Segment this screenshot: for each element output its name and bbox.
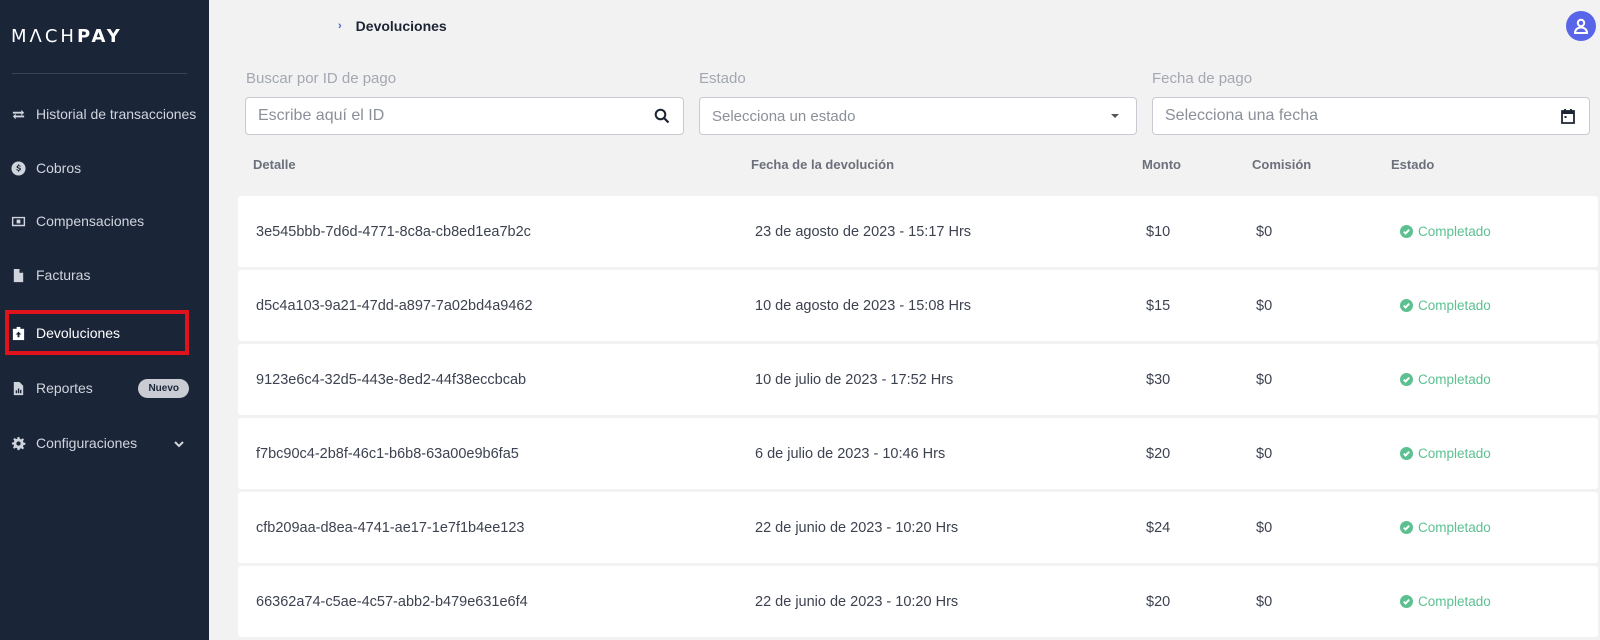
- sidebar-item-label: Configuraciones: [36, 435, 138, 451]
- status-badge: Completado: [1400, 270, 1491, 341]
- status-text: Completado: [1418, 520, 1491, 535]
- status-badge: Completado: [1400, 418, 1491, 489]
- refund-amount: $30: [1146, 371, 1171, 388]
- sidebar-item-compensaciones[interactable]: Compensaciones: [0, 202, 209, 240]
- status-label: Estado: [699, 70, 746, 87]
- sidebar-item-reportes[interactable]: Reportes Nuevo: [0, 369, 209, 407]
- caret-down-icon: [1106, 107, 1124, 125]
- check-circle-icon: [1400, 447, 1413, 460]
- refund-id: cfb209aa-d8ea-4741-ae17-1e7f1b4ee123: [256, 519, 525, 536]
- sidebar-item-label: Compensaciones: [36, 213, 145, 229]
- calendar-icon[interactable]: [1559, 107, 1577, 125]
- status-badge: Completado: [1400, 344, 1491, 415]
- active-item-highlight: [5, 310, 189, 355]
- machpay-logo[interactable]: MΛCHPAY: [11, 26, 123, 47]
- refund-date: 10 de agosto de 2023 - 15:08 Hrs: [755, 297, 972, 314]
- sidebar-item-label: Historial de transacciones: [36, 106, 197, 122]
- sidebar-item-cobros[interactable]: Cobros: [0, 149, 209, 187]
- table-row[interactable]: 9123e6c4-32d5-443e-8ed2-44f38eccbcab 10 …: [238, 344, 1598, 415]
- user-icon: [1573, 18, 1589, 34]
- check-circle-icon: [1400, 299, 1413, 312]
- refund-id: d5c4a103-9a21-47dd-a897-7a02bd4a9462: [256, 297, 533, 314]
- refund-id: 9123e6c4-32d5-443e-8ed2-44f38eccbcab: [256, 371, 527, 388]
- sidebar: MΛCHPAY Historial de transacciones Cobro…: [0, 0, 209, 640]
- column-header-fecha: Fecha de la devolución: [751, 157, 895, 172]
- file-icon: [10, 267, 26, 283]
- sidebar-item-configuraciones[interactable]: Configuraciones: [0, 424, 209, 462]
- refund-fee: $0: [1256, 445, 1273, 462]
- date-label: Fecha de pago: [1152, 70, 1253, 87]
- sidebar-item-label: Facturas: [36, 267, 91, 283]
- chevron-right-icon: ›: [338, 20, 342, 32]
- refund-fee: $0: [1256, 519, 1273, 536]
- status-text: Completado: [1418, 224, 1491, 239]
- refund-date: 22 de junio de 2023 - 10:20 Hrs: [755, 519, 959, 536]
- sidebar-divider: [12, 73, 187, 74]
- table-row[interactable]: cfb209aa-d8ea-4741-ae17-1e7f1b4ee123 22 …: [238, 492, 1598, 563]
- check-circle-icon: [1400, 521, 1413, 534]
- refund-date: 22 de junio de 2023 - 10:20 Hrs: [755, 593, 959, 610]
- status-text: Completado: [1418, 594, 1491, 609]
- refund-id: 66362a74-c5ae-4c57-abb2-b479e631e6f4: [256, 593, 528, 610]
- search-input[interactable]: [258, 107, 653, 125]
- sidebar-item-facturas[interactable]: Facturas: [0, 256, 209, 294]
- sidebar-item-historial[interactable]: Historial de transacciones: [0, 95, 209, 133]
- check-circle-icon: [1400, 595, 1413, 608]
- check-circle-icon: [1400, 225, 1413, 238]
- chart-file-icon: [10, 380, 26, 396]
- date-picker-placeholder: Selecciona una fecha: [1165, 107, 1318, 124]
- money-bill-icon: [10, 213, 26, 229]
- column-header-monto: Monto: [1142, 157, 1181, 172]
- refund-id: 3e545bbb-7d6d-4771-8c8a-cb8ed1ea7b2c: [256, 223, 531, 240]
- refund-amount: $10: [1146, 223, 1171, 240]
- table-row[interactable]: d5c4a103-9a21-47dd-a897-7a02bd4a9462 10 …: [238, 270, 1598, 341]
- refund-amount: $24: [1146, 519, 1171, 536]
- column-header-estado: Estado: [1391, 157, 1435, 172]
- new-badge: Nuevo: [138, 378, 189, 398]
- refund-amount: $20: [1146, 593, 1171, 610]
- sidebar-item-label: Reportes: [36, 380, 93, 396]
- refund-fee: $0: [1256, 223, 1273, 240]
- table-row[interactable]: 66362a74-c5ae-4c57-abb2-b479e631e6f4 22 …: [238, 566, 1598, 637]
- gear-icon: [10, 435, 26, 451]
- user-avatar-button[interactable]: [1566, 11, 1596, 41]
- breadcrumb-current: Devoluciones: [355, 18, 447, 34]
- table-row[interactable]: f7bc90c4-2b8f-46c1-b6b8-63a00e9b6fa5 6 d…: [238, 418, 1598, 489]
- chevron-down-icon: [173, 437, 185, 449]
- search-field[interactable]: [245, 97, 684, 135]
- status-badge: Completado: [1400, 492, 1491, 563]
- date-picker[interactable]: Selecciona una fecha: [1152, 97, 1590, 135]
- refund-fee: $0: [1256, 297, 1273, 314]
- table-row[interactable]: 3e545bbb-7d6d-4771-8c8a-cb8ed1ea7b2c 23 …: [238, 196, 1598, 267]
- status-text: Completado: [1418, 372, 1491, 387]
- search-icon[interactable]: [653, 107, 671, 125]
- status-select[interactable]: Selecciona un estado: [699, 97, 1137, 135]
- check-circle-icon: [1400, 373, 1413, 386]
- status-select-placeholder: Selecciona un estado: [712, 107, 856, 125]
- refund-amount: $20: [1146, 445, 1171, 462]
- sidebar-item-label: Cobros: [36, 160, 82, 176]
- column-header-comision: Comisión: [1252, 157, 1312, 172]
- search-label: Buscar por ID de pago: [246, 70, 397, 87]
- refund-fee: $0: [1256, 593, 1273, 610]
- refund-id: f7bc90c4-2b8f-46c1-b6b8-63a00e9b6fa5: [256, 445, 519, 462]
- refund-fee: $0: [1256, 371, 1273, 388]
- status-text: Completado: [1418, 298, 1491, 313]
- status-badge: Completado: [1400, 196, 1491, 267]
- status-badge: Completado: [1400, 566, 1491, 637]
- dollar-circle-icon: [10, 160, 26, 176]
- refund-date: 10 de julio de 2023 - 17:52 Hrs: [755, 371, 954, 388]
- column-header-detalle: Detalle: [253, 157, 296, 172]
- refund-date: 23 de agosto de 2023 - 15:17 Hrs: [755, 223, 972, 240]
- refund-date: 6 de julio de 2023 - 10:46 Hrs: [755, 445, 946, 462]
- status-text: Completado: [1418, 446, 1491, 461]
- arrows-exchange-icon: [10, 106, 26, 122]
- refund-amount: $15: [1146, 297, 1171, 314]
- breadcrumb: › Devoluciones: [338, 18, 447, 34]
